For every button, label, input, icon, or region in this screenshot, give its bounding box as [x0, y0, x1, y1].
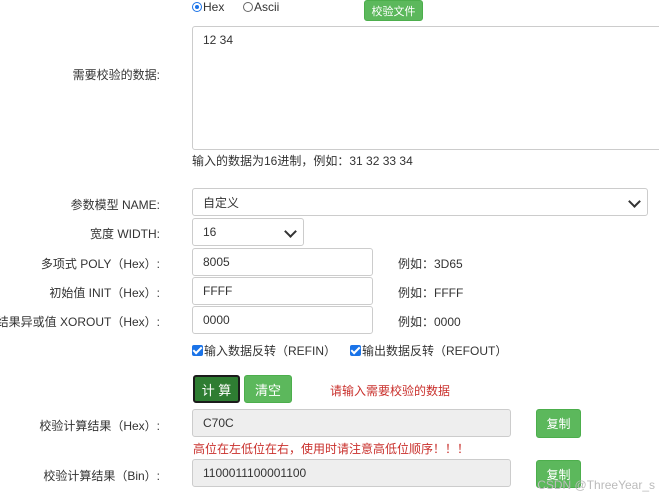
chevron-down-icon: [628, 195, 641, 208]
status-message: 请输入需要校验的数据: [330, 384, 451, 398]
xorout-label: 结果异或值 XOROUT（Hex）:: [0, 315, 160, 329]
ascii-radio-dot[interactable]: [243, 2, 253, 12]
bin-result-label: 校验计算结果（Bin）:: [43, 469, 160, 483]
width-label: 宽度 WIDTH:: [90, 227, 160, 241]
ascii-radio[interactable]: Ascii: [243, 0, 279, 14]
model-select-value: 自定义: [203, 195, 240, 210]
xorout-example: 例如：0000: [398, 315, 461, 329]
model-select[interactable]: 自定义: [192, 188, 648, 216]
refout-label: 输出数据反转（REFOUT）: [362, 344, 508, 358]
hex-radio-dot[interactable]: [192, 2, 202, 12]
refout-checkbox[interactable]: 输出数据反转（REFOUT）: [350, 342, 507, 359]
watermark: CSDN @ThreeYear_s: [537, 478, 655, 492]
copy-hex-button[interactable]: 复制: [536, 409, 581, 438]
hex-result-field[interactable]: C70C: [192, 409, 511, 437]
xorout-input[interactable]: 0000: [192, 306, 373, 334]
order-warning: 高位在左低位在右，使用时请注意高低位顺序！！！: [193, 442, 470, 456]
model-label: 参数模型 NAME:: [70, 198, 160, 212]
init-label: 初始值 INIT（Hex）:: [49, 286, 160, 300]
refin-checkbox[interactable]: 输入数据反转（REFIN）: [192, 342, 336, 359]
checkbox-checked-icon[interactable]: [350, 345, 361, 356]
poly-input[interactable]: 8005: [192, 248, 373, 276]
verify-file-button[interactable]: 校验文件: [364, 0, 423, 21]
checkbox-checked-icon[interactable]: [192, 345, 203, 356]
width-select[interactable]: 16: [192, 218, 304, 246]
data-hint: 输入的数据为16进制，例如：31 32 33 34: [192, 154, 413, 168]
poly-label: 多项式 POLY（Hex）:: [40, 257, 160, 271]
bin-result-field[interactable]: 1100011100001100: [192, 459, 511, 487]
calculate-button[interactable]: 计 算: [193, 375, 240, 403]
data-label: 需要校验的数据:: [72, 68, 160, 82]
clear-button[interactable]: 清空: [244, 375, 292, 403]
hex-radio[interactable]: Hex: [192, 0, 224, 14]
init-example: 例如：FFFF: [398, 286, 464, 300]
hex-radio-label: Hex: [203, 0, 225, 14]
data-textarea[interactable]: 12 34: [192, 26, 659, 150]
ascii-radio-label: Ascii: [254, 0, 280, 14]
hex-result-label: 校验计算结果（Hex）:: [39, 419, 160, 433]
chevron-down-icon: [284, 225, 297, 238]
width-select-value: 16: [203, 225, 217, 239]
poly-example: 例如：3D65: [398, 257, 463, 271]
refin-label: 输入数据反转（REFIN）: [204, 344, 337, 358]
init-input[interactable]: FFFF: [192, 277, 373, 305]
